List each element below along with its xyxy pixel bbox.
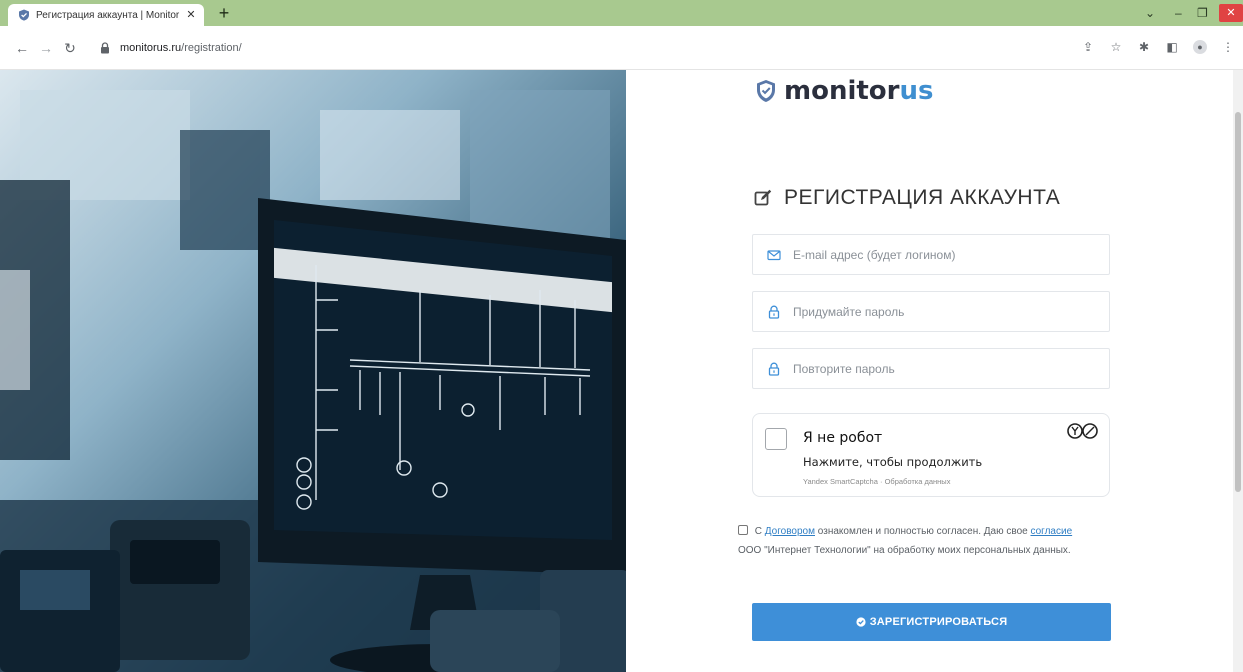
captcha-widget: Я не робот Нажмите, чтобы продолжить Yan… xyxy=(752,413,1110,497)
forward-arrow-icon[interactable]: → xyxy=(38,40,54,56)
chevron-down-icon: ⌄ xyxy=(1145,6,1156,20)
new-tab-button[interactable]: + xyxy=(214,4,234,22)
address-bar[interactable]: monitorus.ru/registration/ xyxy=(88,34,1180,62)
tab-search-button[interactable]: ⌄ xyxy=(1145,0,1165,26)
browser-tab[interactable]: Регистрация аккаунта | Monitor ✕ xyxy=(8,4,204,26)
password-field[interactable] xyxy=(752,291,1110,332)
consent-prefix: С xyxy=(754,526,763,537)
captcha-subtitle: Нажмите, чтобы продолжить xyxy=(803,455,983,469)
monitorus-favicon-icon xyxy=(19,9,29,21)
page-title-text: РЕГИСТРАЦИЯ АККАУНТА xyxy=(784,186,1061,209)
tab-close-icon[interactable]: ✕ xyxy=(184,8,198,22)
logo-text-main: monitor xyxy=(784,76,900,106)
scrollbar-thumb[interactable] xyxy=(1235,112,1241,492)
maximize-button[interactable]: ❐ xyxy=(1197,0,1217,26)
more-menu-icon[interactable]: ⋮ xyxy=(1221,40,1235,54)
register-button[interactable]: ЗАРЕГИСТРИРОВАТЬСЯ xyxy=(752,603,1111,641)
captcha-footer[interactable]: Yandex SmartCaptcha · Обработка данных xyxy=(803,477,950,486)
consent-suffix: ООО "Интернет Технологии" на обработку м… xyxy=(738,545,1071,556)
password-repeat-field[interactable] xyxy=(752,348,1110,389)
hero-image xyxy=(0,70,626,672)
page-viewport: monitor us РЕГИСТРАЦИЯ АККАУНТА E-mail а… xyxy=(0,70,1243,672)
maximize-icon: ❐ xyxy=(1197,6,1208,20)
yandex-captcha-logo-icon xyxy=(1067,423,1098,439)
consent-text: С Договором ознакомлен и полностью согла… xyxy=(738,522,1118,560)
edit-icon xyxy=(754,189,772,206)
check-circle-icon xyxy=(856,617,866,627)
extensions-icon[interactable]: ✱ xyxy=(1137,40,1151,54)
lock-icon xyxy=(768,362,780,376)
bookmark-star-icon[interactable]: ☆ xyxy=(1109,40,1123,54)
browser-tab-strip: Регистрация аккаунта | Monitor ✕ + ⌄ – ❐… xyxy=(0,0,1243,26)
url-domain: monitorus.ru xyxy=(120,42,182,54)
logo-text-accent: us xyxy=(899,76,934,106)
password-repeat-input[interactable] xyxy=(793,361,1093,376)
register-button-label: ЗАРЕГИСТРИРОВАТЬСЯ xyxy=(869,616,1008,628)
share-icon[interactable]: ⇪ xyxy=(1081,40,1095,54)
control-room-illustration xyxy=(0,90,626,672)
toolbar-icons: ⇪ ☆ ✱ ◧ ● ⋮ xyxy=(1081,40,1235,54)
shield-logo-icon xyxy=(757,80,775,102)
contract-link[interactable]: Договором xyxy=(765,526,815,537)
tab-title: Регистрация аккаунта | Monitor xyxy=(36,9,180,21)
close-icon: ✕ xyxy=(1219,4,1243,22)
back-arrow-icon[interactable]: ← xyxy=(14,40,30,56)
captcha-title: Я не робот xyxy=(803,430,883,446)
consent-middle: ознакомлен и полностью согласен. Даю сво… xyxy=(817,526,1028,537)
lock-icon xyxy=(101,42,109,54)
logo[interactable]: monitor us xyxy=(756,76,934,106)
agreement-link[interactable]: согласие xyxy=(1030,526,1072,537)
url-path: /registration/ xyxy=(181,42,242,54)
reload-icon[interactable]: ↻ xyxy=(62,40,78,56)
registration-panel: monitor us РЕГИСТРАЦИЯ АККАУНТА E-mail а… xyxy=(626,70,1233,672)
minimize-icon: – xyxy=(1175,6,1182,20)
email-field[interactable] xyxy=(752,234,1110,275)
minimize-button[interactable]: – xyxy=(1175,0,1195,26)
lock-icon xyxy=(768,305,780,319)
profile-avatar-icon[interactable]: ● xyxy=(1193,40,1207,54)
envelope-icon xyxy=(767,249,781,260)
page-scrollbar[interactable] xyxy=(1233,70,1243,672)
consent-checkbox[interactable] xyxy=(738,525,748,535)
close-window-button[interactable]: ✕ xyxy=(1219,0,1243,26)
browser-toolbar: ← → ↻ monitorus.ru/registration/ ⇪ ☆ ✱ ◧… xyxy=(0,26,1243,70)
email-input[interactable] xyxy=(793,247,1093,262)
captcha-checkbox[interactable] xyxy=(765,428,787,450)
side-panel-icon[interactable]: ◧ xyxy=(1165,40,1179,54)
password-input[interactable] xyxy=(793,304,1093,319)
page-title: РЕГИСТРАЦИЯ АККАУНТА xyxy=(754,186,1060,210)
